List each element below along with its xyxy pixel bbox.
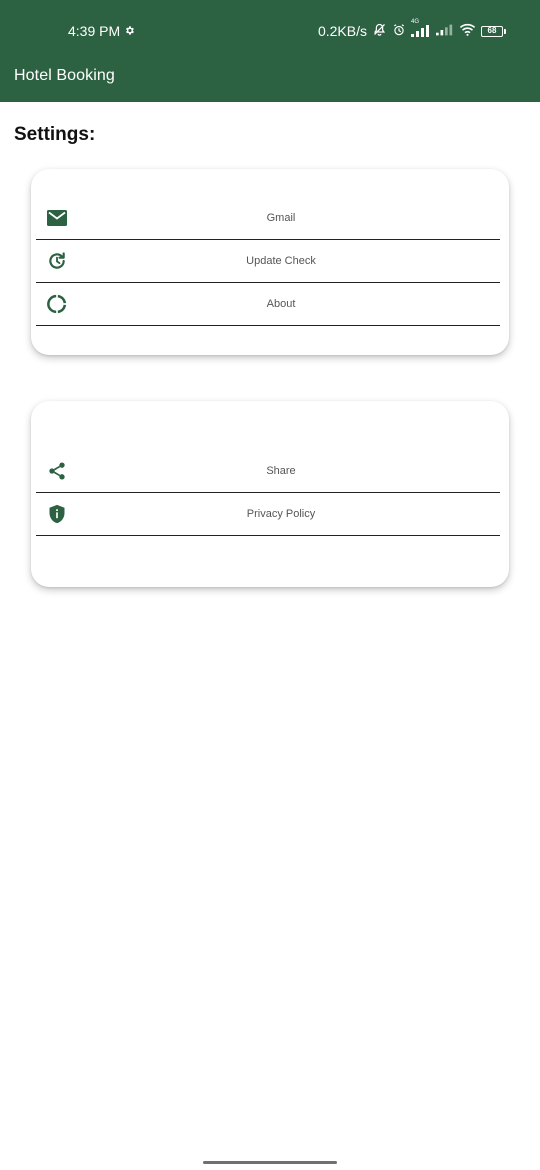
- alarm-icon: [392, 23, 406, 40]
- settings-card-more: Share Privacy Policy: [31, 401, 509, 587]
- status-time: 4:39 PM: [68, 23, 121, 39]
- settings-item-share[interactable]: Share: [36, 450, 500, 493]
- settings-item-label: About: [266, 298, 296, 310]
- home-indicator[interactable]: [203, 1161, 337, 1164]
- gear-icon: [124, 23, 135, 39]
- settings-card-general: Gmail Update Check About: [31, 169, 509, 355]
- page-title: Settings:: [14, 124, 96, 145]
- settings-item-gmail[interactable]: Gmail: [36, 197, 500, 240]
- settings-item-label: Privacy Policy: [246, 508, 316, 520]
- battery-icon: 68: [481, 25, 506, 37]
- signal-4g-icon: 4G: [411, 19, 431, 37]
- status-icons: 0.2KB/s 4G 68: [317, 19, 506, 40]
- network-type-label: 4G: [411, 19, 420, 25]
- battery-level: 68: [481, 25, 503, 37]
- wifi-icon: [459, 23, 476, 39]
- app-bar: 4:39 PM 0.2KB/s 4G 68 Hotel Booking: [0, 0, 540, 102]
- status-bar: 4:39 PM 0.2KB/s 4G 68: [0, 0, 540, 62]
- battery-tip: [504, 28, 506, 34]
- settings-screen: 4:39 PM 0.2KB/s 4G 68 Hotel Booking Sett…: [0, 0, 540, 1170]
- settings-item-privacy-policy[interactable]: Privacy Policy: [36, 493, 500, 536]
- status-time-group: 4:39 PM: [68, 23, 135, 39]
- mute-icon: [372, 22, 387, 40]
- signal-icon: [436, 23, 454, 39]
- settings-item-update-check[interactable]: Update Check: [36, 240, 500, 283]
- settings-item-about[interactable]: About: [36, 283, 500, 326]
- settings-item-label: Share: [266, 465, 296, 477]
- app-title: Hotel Booking: [14, 67, 115, 84]
- settings-item-label: Update Check: [246, 255, 316, 267]
- settings-item-label: Gmail: [266, 212, 296, 224]
- net-speed: 0.2KB/s: [317, 23, 367, 39]
